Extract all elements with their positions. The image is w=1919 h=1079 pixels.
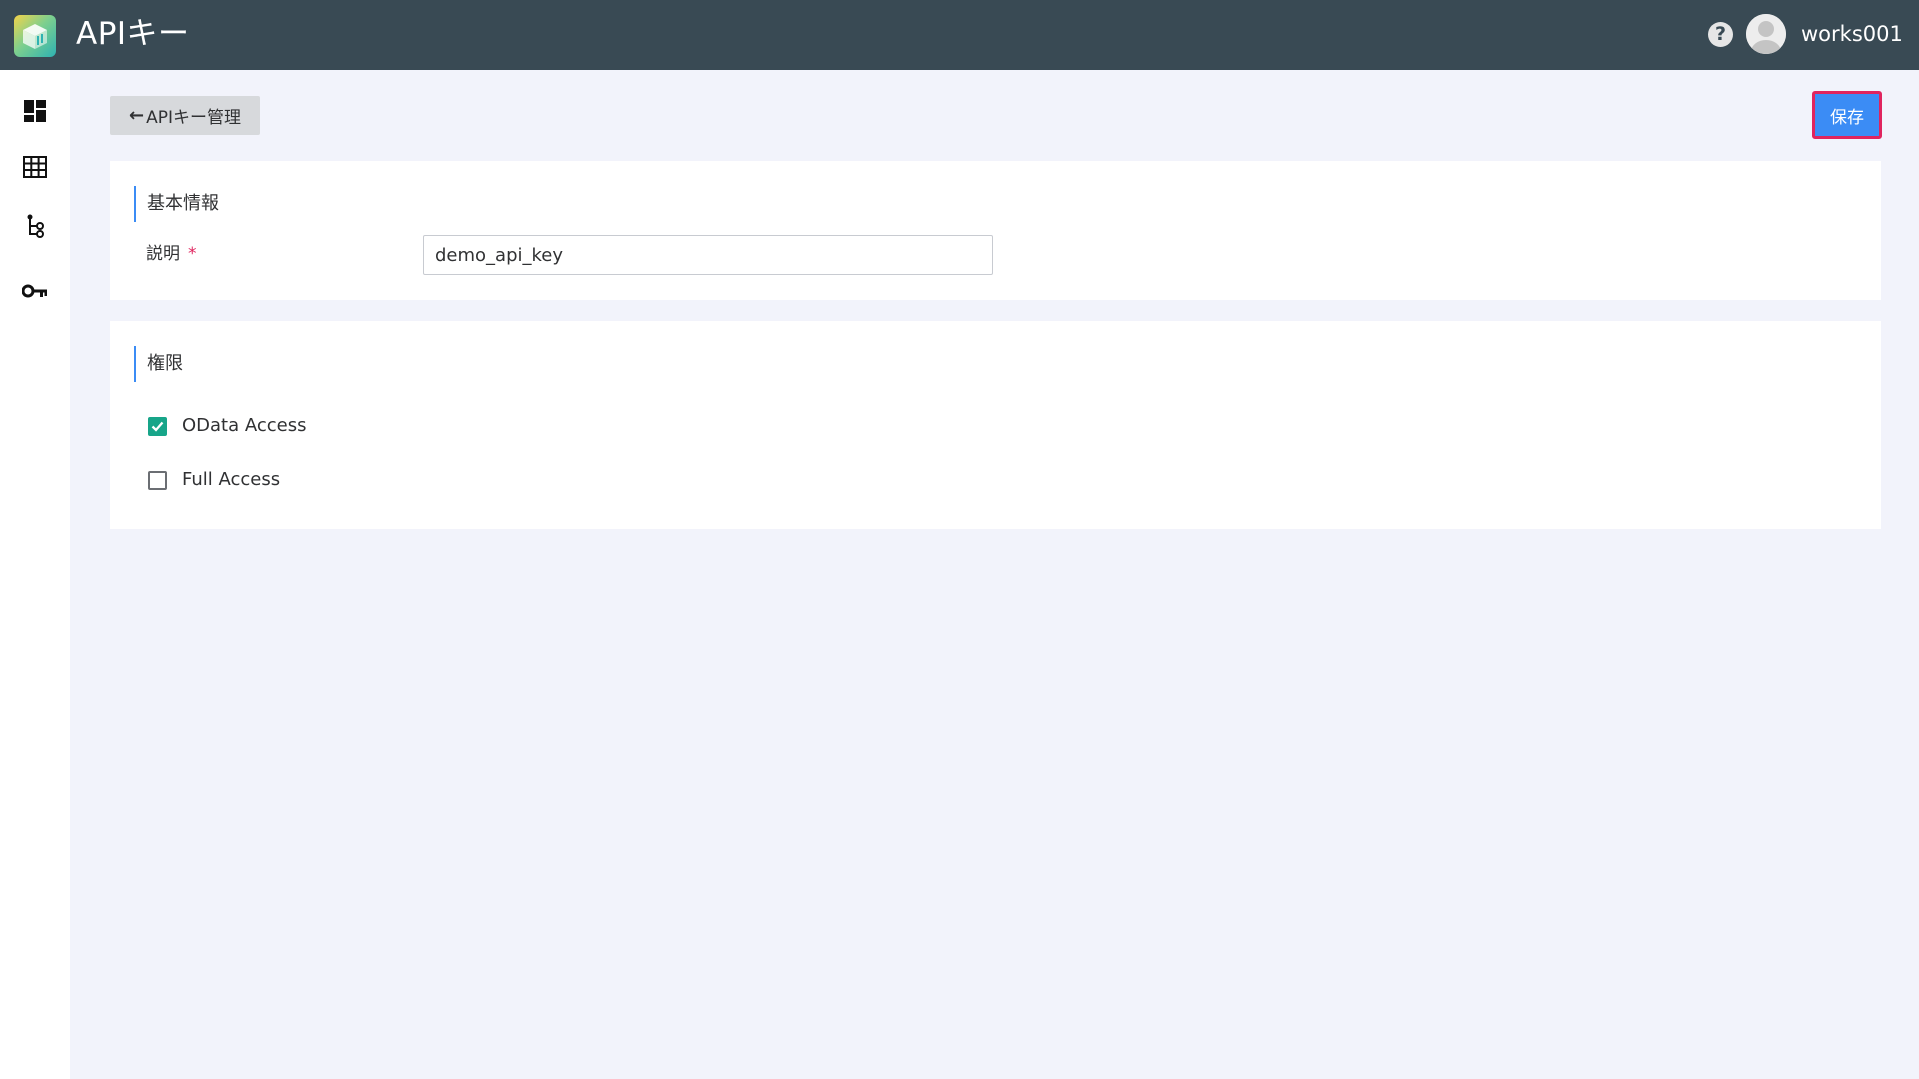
dashboard-icon (24, 100, 46, 122)
description-label: 説明 * (146, 242, 197, 266)
username[interactable]: works001 (1801, 20, 1903, 48)
user-silhouette-icon (1746, 14, 1786, 54)
sidebar-item-dashboard[interactable] (19, 95, 51, 127)
key-icon (22, 284, 47, 298)
back-button-label: APIキー管理 (146, 108, 241, 128)
logo-cube-icon (23, 24, 47, 49)
permissions-title: 権限 (134, 346, 183, 382)
sidebar-item-workflow[interactable] (19, 210, 51, 242)
sidebar-item-tables[interactable] (19, 151, 51, 183)
help-icon[interactable]: ? (1708, 22, 1733, 47)
top-header: APIキー ? works001 (0, 0, 1919, 70)
full-access-label: Full Access (182, 469, 281, 490)
page-title: APIキー (76, 16, 190, 52)
description-input[interactable] (423, 235, 993, 275)
sidebar (0, 70, 70, 1079)
avatar[interactable] (1746, 14, 1786, 54)
odata-access-label: OData Access (182, 415, 307, 436)
back-to-api-key-list-button[interactable]: ← APIキー管理 (110, 96, 260, 135)
arrow-left-icon: ← (129, 104, 145, 126)
basic-info-card: 基本情報 説明 * (110, 161, 1881, 300)
permissions-card: 権限 OData Access Full Access (110, 321, 1881, 529)
basic-info-title: 基本情報 (134, 186, 219, 222)
full-access-checkbox[interactable] (148, 470, 167, 490)
tree-structure-icon (27, 214, 44, 238)
odata-access-option[interactable]: OData Access (148, 413, 307, 439)
description-label-text: 説明 (146, 244, 180, 264)
checkmark-icon (151, 421, 164, 432)
app-logo-icon[interactable] (14, 15, 56, 57)
full-access-option[interactable]: Full Access (148, 467, 280, 493)
table-grid-icon (23, 156, 47, 178)
sidebar-item-api-keys[interactable] (19, 275, 51, 307)
odata-access-checkbox[interactable] (148, 416, 167, 436)
required-mark: * (188, 244, 197, 264)
save-button[interactable]: 保存 (1812, 91, 1882, 139)
